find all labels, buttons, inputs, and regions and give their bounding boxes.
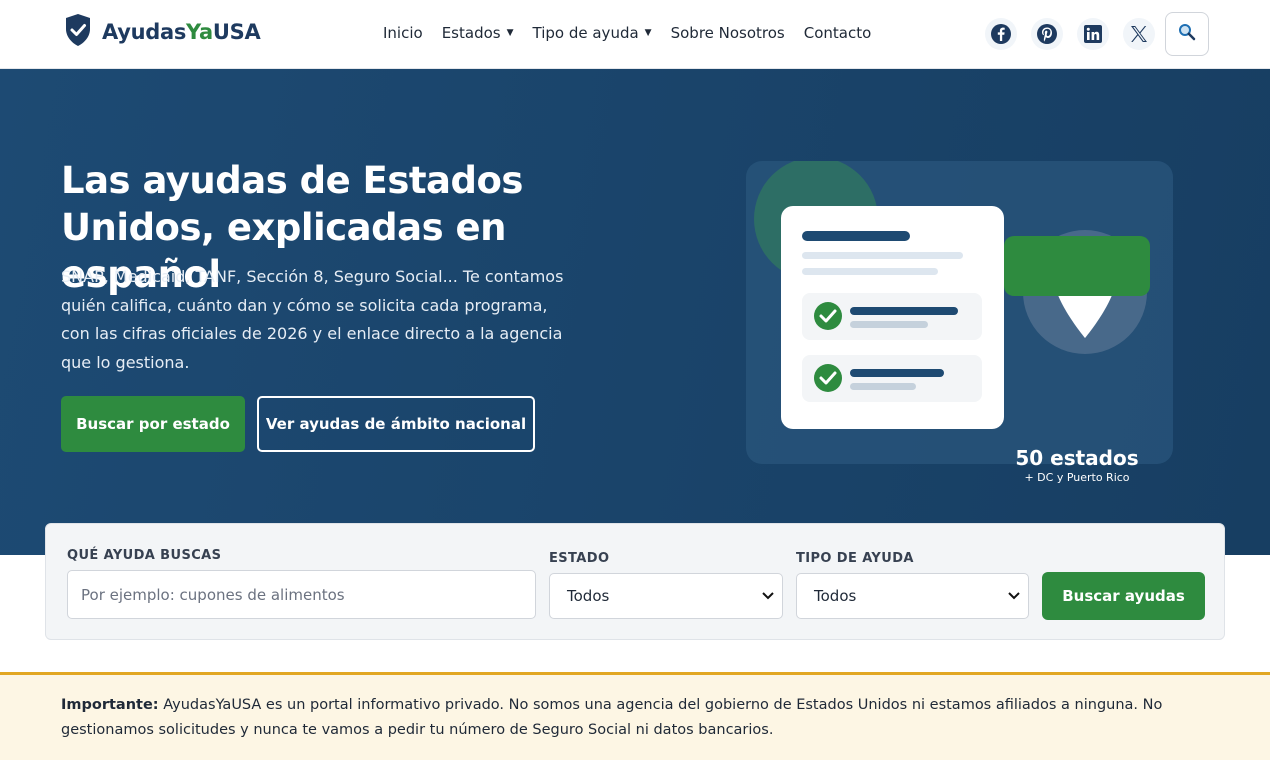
linkedin-icon[interactable] (1077, 18, 1109, 50)
pinterest-icon[interactable] (1031, 18, 1063, 50)
hero-section: Las ayudas de Estados Unidos, explicadas… (0, 69, 1270, 555)
caret-down-icon: ▼ (644, 28, 652, 38)
brand-name: AyudasYaUSA (102, 20, 261, 44)
aid-search-input[interactable]: Por ejemplo: cupones de alimentos (67, 570, 536, 619)
social-links (985, 18, 1155, 50)
disclaimer-body: AyudasYaUSA es un portal informativo pri… (61, 697, 1163, 738)
states-badge-subtitle: + DC y Puerto Rico (1024, 471, 1130, 484)
aid-type-label: TIPO DE AYUDA (796, 551, 914, 566)
site-logo[interactable]: AyudasYaUSA (64, 13, 261, 51)
states-badge: 50 estados + DC y Puerto Rico (1004, 436, 1150, 496)
nav-item-estados[interactable]: Estados ▼ (442, 24, 514, 42)
disclaimer-notice: Importante: AyudasYaUSA es un portal inf… (0, 672, 1270, 760)
shield-check-icon (64, 13, 92, 51)
nav-label: Contacto (803, 24, 872, 42)
search-by-state-button[interactable]: Buscar por estado (61, 396, 245, 452)
aid-type-select[interactable]: Todos (796, 573, 1029, 619)
query-label: QUÉ AYUDA BUSCAS (67, 548, 222, 563)
nav-label: Tipo de ayuda (532, 24, 639, 42)
hero-description: SNAP, Medicaid, TANF, Sección 8, Seguro … (61, 267, 564, 372)
aid-type-select-value: Todos (814, 587, 857, 605)
search-aid-button[interactable]: Buscar ayudas (1042, 572, 1205, 620)
disclaimer-bold: Importante: (61, 697, 159, 713)
state-label: ESTADO (549, 551, 610, 566)
national-aid-button[interactable]: Ver ayudas de ámbito nacional (257, 396, 535, 452)
nav-label: Estados (441, 24, 501, 42)
nav-item-sobre-nosotros[interactable]: Sobre Nosotros (671, 24, 785, 42)
disclaimer-text: Importante: AyudasYaUSA es un portal inf… (61, 693, 1211, 743)
nav-item-contacto[interactable]: Contacto (804, 24, 872, 42)
state-select[interactable]: Todos (549, 573, 783, 619)
search-icon (1178, 23, 1196, 45)
facebook-icon[interactable] (985, 18, 1017, 50)
state-select-value: Todos (567, 587, 610, 605)
hero-illustration-graphic (746, 161, 1173, 464)
nav-label: Sobre Nosotros (670, 24, 785, 42)
x-icon[interactable] (1123, 18, 1155, 50)
hero-illustration: 50 estados + DC y Puerto Rico (746, 161, 1173, 484)
nav-label: Inicio (383, 24, 423, 42)
states-badge-title: 50 estados (1015, 446, 1139, 470)
main-nav: Inicio Estados ▼ Tipo de ayuda ▼ Sobre Nos… (383, 24, 871, 42)
caret-down-icon: ▼ (506, 28, 514, 38)
chevron-down-icon (1008, 589, 1020, 603)
site-header: AyudasYaUSA Inicio Estados ▼ Tipo de ayud… (0, 0, 1270, 69)
search-placeholder: Por ejemplo: cupones de alimentos (81, 585, 345, 604)
chevron-down-icon (762, 589, 774, 603)
header-search-button[interactable] (1165, 12, 1209, 56)
nav-item-inicio[interactable]: Inicio (383, 24, 423, 42)
nav-item-tipo-de-ayuda[interactable]: Tipo de ayuda ▼ (533, 24, 652, 42)
aid-search-form: QUÉ AYUDA BUSCAS Por ejemplo: cupones de… (45, 523, 1225, 640)
